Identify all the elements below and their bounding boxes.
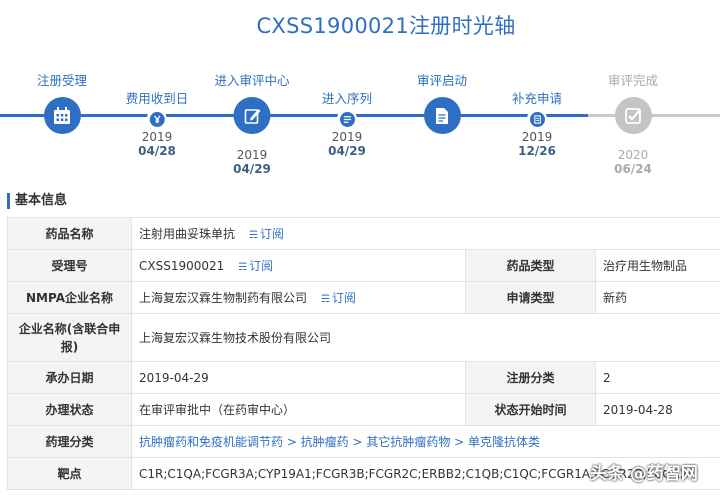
row-key-apply-type: 申请类型 — [465, 281, 596, 314]
table-row: 药理分类 抗肿瘤药和免疫机能调节药 > 抗肿瘤药 > 其它抗肿瘤药物 > 单克隆… — [7, 425, 720, 458]
row-key-status: 办理状态 — [7, 393, 132, 426]
rss-icon: ☴ — [248, 230, 258, 241]
registration-timeline: 注册受理 费用收到日 2019 04/28 进入审评中心 2019 04/29 … — [0, 60, 720, 185]
edit-icon — [233, 97, 271, 134]
yen-icon — [149, 111, 165, 127]
table-row: 药品名称 注射用曲妥珠单抗 ☴ 订阅 — [7, 217, 720, 250]
row-value-status: 在审评审批中（在药审中心） — [131, 393, 466, 426]
subscribe-company-link[interactable]: ☴ 订阅 — [321, 291, 356, 305]
document-icon — [423, 97, 461, 134]
row-key-status-start: 状态开始时间 — [465, 393, 596, 426]
timeline-node-label: 审评完成 — [607, 73, 659, 88]
row-value-acceptance-no: CXSS1900021 ☴ 订阅 — [131, 249, 466, 282]
row-value-company-joint: 上海复宏汉霖生物技术股份有限公司 — [130, 313, 720, 362]
row-value-drug-type: 治疗用生物制品 — [594, 249, 720, 282]
table-row: 办理状态 在审评审批中（在药审中心） 状态开始时间 2019-04-28 — [7, 393, 720, 426]
timeline-date-supplement: 2019 12/26 — [518, 130, 556, 158]
drug-name-value: 注射用曲妥珠单抗 — [139, 227, 236, 241]
row-key-drug-name: 药品名称 — [7, 217, 132, 250]
timeline-progress-line — [0, 114, 588, 117]
check-icon — [614, 97, 652, 134]
timeline-node-enter-review-center[interactable]: 进入审评中心 — [214, 70, 290, 134]
row-key-pharm-class: 药理分类 — [7, 425, 132, 458]
table-row: 承办日期 2019-04-29 注册分类 2 — [7, 361, 720, 394]
table-row: 企业名称(含联合申报) 上海复宏汉霖生物技术股份有限公司 — [7, 313, 720, 362]
timeline-node-fee-received[interactable]: 费用收到日 — [125, 88, 189, 129]
row-value-status-start: 2019-04-28 — [594, 393, 720, 426]
row-value-reg-class: 2 — [594, 361, 720, 394]
acceptance-no-value: CXSS1900021 — [139, 259, 225, 273]
subscribe-drug-name-link[interactable]: ☴ 订阅 — [249, 227, 284, 241]
row-key-undertake-date: 承办日期 — [7, 361, 132, 394]
basic-info-table: 药品名称 注射用曲妥珠单抗 ☴ 订阅 受理号 CXSS1900021 ☴ 订阅 药品… — [7, 217, 720, 490]
row-key-nmpa-company: NMPA企业名称 — [7, 281, 132, 314]
pharm-class-link[interactable]: 抗肿瘤药和免疫机能调节药 > 抗肿瘤药 > 其它抗肿瘤药物 > 单克隆抗体类 — [130, 425, 720, 458]
watermark: 头条 @药智网 — [590, 464, 698, 484]
row-key-reg-class: 注册分类 — [465, 361, 596, 394]
rss-icon: ☴ — [320, 294, 330, 305]
timeline-date-review-complete: 2020 06/24 — [614, 148, 652, 176]
timeline-node-review-start[interactable]: 审评启动 — [417, 70, 467, 134]
queue-icon — [339, 111, 355, 127]
section-title-basic-info: 基本信息 — [7, 193, 67, 209]
row-key-drug-type: 药品类型 — [465, 249, 596, 282]
timeline-node-review-complete[interactable]: 审评完成 — [608, 70, 658, 134]
timeline-node-label: 审评启动 — [416, 73, 468, 88]
timeline-node-label: 费用收到日 — [125, 91, 189, 106]
row-value-nmpa-company: 上海复宏汉霖生物制药有限公司 ☴ 订阅 — [131, 281, 466, 314]
row-value-drug-name: 注射用曲妥珠单抗 ☴ 订阅 — [130, 217, 720, 250]
timeline-node-enter-queue[interactable]: 进入序列 — [322, 88, 372, 129]
row-key-target: 靶点 — [7, 457, 132, 490]
rss-icon: ☴ — [238, 262, 248, 273]
table-row: NMPA企业名称 上海复宏汉霖生物制药有限公司 ☴ 订阅 申请类型 新药 — [7, 281, 720, 314]
timeline-date-fee-received: 2019 04/28 — [138, 130, 176, 158]
nmpa-company-value: 上海复宏汉霖生物制药有限公司 — [139, 291, 308, 305]
row-key-company-joint: 企业名称(含联合申报) — [7, 313, 132, 362]
row-key-acceptance-no: 受理号 — [7, 249, 132, 282]
table-row: 受理号 CXSS1900021 ☴ 订阅 药品类型 治疗用生物制品 — [7, 249, 720, 282]
calendar-icon — [43, 97, 81, 134]
timeline-node-label: 补充申请 — [511, 91, 563, 106]
subscribe-acceptance-no-link[interactable]: ☴ 订阅 — [238, 259, 273, 273]
supplement-icon — [529, 111, 545, 127]
timeline-node-supplement[interactable]: 补充申请 — [512, 88, 562, 129]
timeline-node-label: 进入审评中心 — [214, 73, 290, 88]
row-value-undertake-date: 2019-04-29 — [131, 361, 466, 394]
timeline-node-label: 注册受理 — [36, 73, 88, 88]
timeline-node-label: 进入序列 — [321, 91, 373, 106]
timeline-date-enter-review-center: 2019 04/29 — [233, 148, 271, 176]
row-value-apply-type: 新药 — [594, 281, 720, 314]
timeline-node-registration[interactable]: 注册受理 — [37, 70, 87, 134]
timeline-date-enter-queue: 2019 04/29 — [328, 130, 366, 158]
page-title: CXSS1900021注册时光轴 — [256, 14, 516, 38]
